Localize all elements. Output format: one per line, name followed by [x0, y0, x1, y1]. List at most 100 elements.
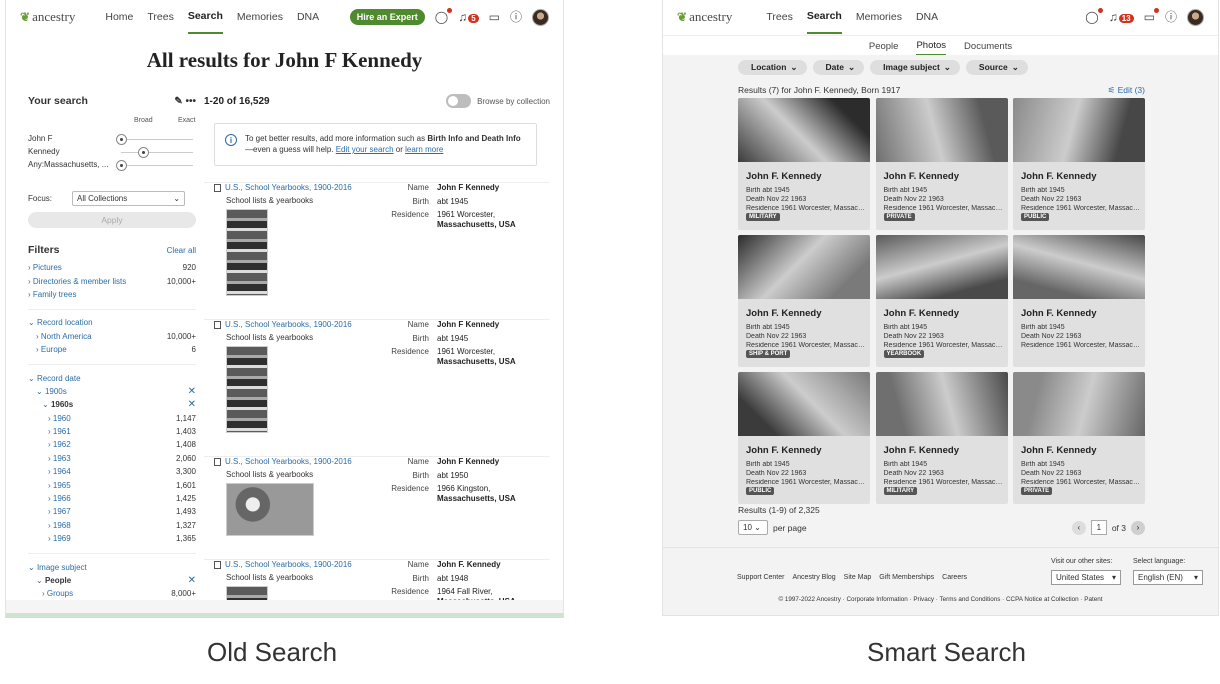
avatar[interactable] — [1187, 8, 1204, 26]
clear-all-link[interactable]: Clear all — [167, 246, 196, 255]
help-icon[interactable]: ⓘ — [510, 11, 522, 23]
hint-leaf-icon[interactable]: ◯ — [435, 8, 453, 23]
photo-thumbnail[interactable] — [1013, 98, 1145, 162]
record-date-toggle[interactable]: ⌄ Record date — [28, 371, 196, 384]
filter-chip-source[interactable]: Source ⌄ — [965, 59, 1028, 75]
photo-card[interactable]: John F. Kennedy Birth abt 1945 Death Nov 2… — [875, 372, 1008, 504]
year-1967[interactable]: › 1967 1,493 — [28, 505, 196, 518]
ancestry-logo[interactable]: ❦ ancestry — [677, 9, 732, 25]
photo-card[interactable]: John F. Kennedy Birth abt 1945 Death Nov 2… — [1013, 98, 1145, 230]
help-icon[interactable]: ⓘ — [1165, 11, 1177, 23]
country-select[interactable]: United States ▾ — [1051, 570, 1121, 585]
close-icon[interactable]: ✕ — [188, 386, 196, 397]
footer-link[interactable]: Site Map — [844, 574, 872, 581]
filter-1[interactable]: › Directories & member lists 10,000+ — [28, 274, 196, 287]
notification-bell-icon[interactable]: ♫ 13 — [1109, 11, 1134, 23]
photo-thumbnail[interactable] — [875, 372, 1008, 436]
focus-select[interactable]: All Collections ⌄ — [72, 191, 186, 206]
subject-0[interactable]: › Groups 8,000+ — [28, 587, 196, 600]
record-title[interactable]: U.S., School Yearbooks, 1900-2016 — [214, 560, 352, 569]
people-subject[interactable]: ⌄ People ✕ — [28, 574, 196, 587]
record-location-toggle[interactable]: ⌄ Record location — [28, 316, 196, 329]
photo-thumbnail[interactable] — [738, 372, 870, 436]
year-1969[interactable]: › 1969 1,365 — [28, 532, 196, 545]
record-thumbnail[interactable] — [226, 346, 268, 433]
language-select[interactable]: English (EN) ▾ — [1133, 570, 1203, 585]
image-subject-toggle[interactable]: ⌄ Image subject — [28, 560, 196, 573]
footer-link[interactable]: Ancestry Blog — [792, 574, 835, 581]
hire-expert-button[interactable]: Hire an Expert — [349, 9, 425, 25]
last-name-slider[interactable] — [138, 147, 149, 158]
learn-more-link[interactable]: learn more — [405, 145, 443, 154]
hint-leaf-icon[interactable]: ◯ — [1085, 8, 1103, 23]
photo-thumbnail[interactable] — [875, 235, 1008, 299]
photo-card[interactable]: John F. Kennedy Birth abt 1945 Death Nov 2… — [875, 235, 1008, 367]
footer-link[interactable]: Support Center — [737, 574, 784, 581]
photo-thumbnail[interactable] — [1013, 372, 1145, 436]
photo-card[interactable]: John F. Kennedy Birth abt 1945 Death Nov 2… — [738, 98, 870, 230]
messages-icon[interactable]: ▭ — [1144, 8, 1159, 23]
filter-chip-image-subject[interactable]: Image subject ⌄ — [870, 59, 960, 75]
nav-link-search[interactable]: Search — [187, 0, 223, 34]
record-thumbnail[interactable] — [226, 483, 314, 536]
nav-link-memories[interactable]: Memories — [237, 0, 283, 34]
year-1960[interactable]: › 1960 1,147 — [28, 412, 196, 425]
first-name-slider[interactable] — [116, 134, 127, 145]
avatar[interactable] — [532, 8, 549, 26]
record-collection-link[interactable]: U.S., School Yearbooks, 1900-2016 — [225, 457, 352, 466]
next-page-button[interactable]: › — [1131, 520, 1145, 535]
record-title[interactable]: U.S., School Yearbooks, 1900-2016 — [214, 183, 352, 192]
edit-filters-link[interactable]: ⚟ Edit (3) — [1108, 85, 1145, 96]
year-1964[interactable]: › 1964 3,300 — [28, 465, 196, 478]
nav-link-trees[interactable]: Trees — [766, 0, 792, 34]
year-1961[interactable]: › 1961 1,403 — [28, 425, 196, 438]
nav-link-trees[interactable]: Trees — [147, 0, 173, 34]
year-1965[interactable]: › 1965 1,601 — [28, 478, 196, 491]
nav-link-dna[interactable]: DNA — [297, 0, 319, 34]
messages-icon[interactable]: ▭ — [489, 11, 500, 23]
notification-bell-icon[interactable]: ♫ 5 — [458, 11, 479, 23]
decade-century[interactable]: ⌄ 1900s ✕ — [28, 385, 196, 398]
tab-people[interactable]: People — [869, 36, 899, 56]
photo-card[interactable]: John F. Kennedy Birth abt 1945 Death Nov 2… — [738, 372, 870, 504]
close-icon[interactable]: ✕ — [188, 575, 196, 586]
photo-card[interactable]: John F. Kennedy Birth abt 1945 Death Nov 2… — [1013, 372, 1145, 504]
location-0[interactable]: › North America 10,000+ — [28, 330, 196, 343]
record-collection-link[interactable]: U.S., School Yearbooks, 1900-2016 — [225, 560, 352, 569]
photo-thumbnail[interactable] — [738, 98, 870, 162]
close-icon[interactable]: ✕ — [188, 399, 196, 410]
photo-card[interactable]: John F. Kennedy Birth abt 1945 Death Nov 2… — [1013, 235, 1145, 367]
footer-link[interactable]: Careers — [942, 574, 967, 581]
location-1[interactable]: › Europe 6 — [28, 343, 196, 356]
year-1962[interactable]: › 1962 1,408 — [28, 438, 196, 451]
per-page-select[interactable]: 10 ⌄ — [738, 520, 768, 535]
year-1966[interactable]: › 1966 1,425 — [28, 492, 196, 505]
photo-thumbnail[interactable] — [1013, 235, 1145, 299]
nav-link-home[interactable]: Home — [105, 0, 133, 34]
photo-card[interactable]: John F. Kennedy Birth abt 1945 Death Nov 2… — [738, 235, 870, 367]
ancestry-logo[interactable]: ❦ ancestry — [20, 9, 75, 25]
nav-link-search[interactable]: Search — [806, 0, 842, 34]
tab-photos[interactable]: Photos — [916, 36, 947, 56]
year-1968[interactable]: › 1968 1,327 — [28, 519, 196, 532]
record-title[interactable]: U.S., School Yearbooks, 1900-2016 — [214, 320, 352, 329]
filter-2[interactable]: › Family trees — [28, 288, 196, 301]
decade[interactable]: ⌄ 1960s ✕ — [28, 398, 196, 411]
nav-link-dna[interactable]: DNA — [916, 0, 938, 34]
photo-thumbnail[interactable] — [875, 98, 1008, 162]
photo-card[interactable]: John F. Kennedy Birth abt 1945 Death Nov 2… — [875, 98, 1008, 230]
edit-search-icon[interactable]: ✎ ••• — [174, 96, 196, 107]
footer-link[interactable]: Gift Memberships — [879, 574, 934, 581]
tab-documents[interactable]: Documents — [964, 36, 1012, 56]
record-collection-link[interactable]: U.S., School Yearbooks, 1900-2016 — [225, 320, 352, 329]
filter-chip-date[interactable]: Date ⌄ — [812, 59, 865, 75]
filter-chip-location[interactable]: Location ⌄ — [738, 59, 807, 75]
nav-link-memories[interactable]: Memories — [856, 0, 902, 34]
photo-thumbnail[interactable] — [738, 235, 870, 299]
location-slider[interactable] — [116, 160, 127, 171]
record-collection-link[interactable]: U.S., School Yearbooks, 1900-2016 — [225, 183, 352, 192]
year-1963[interactable]: › 1963 2,060 — [28, 452, 196, 465]
browse-collection-toggle[interactable] — [446, 94, 472, 108]
edit-search-link[interactable]: Edit your search — [336, 145, 394, 154]
record-title[interactable]: U.S., School Yearbooks, 1900-2016 — [214, 457, 352, 466]
